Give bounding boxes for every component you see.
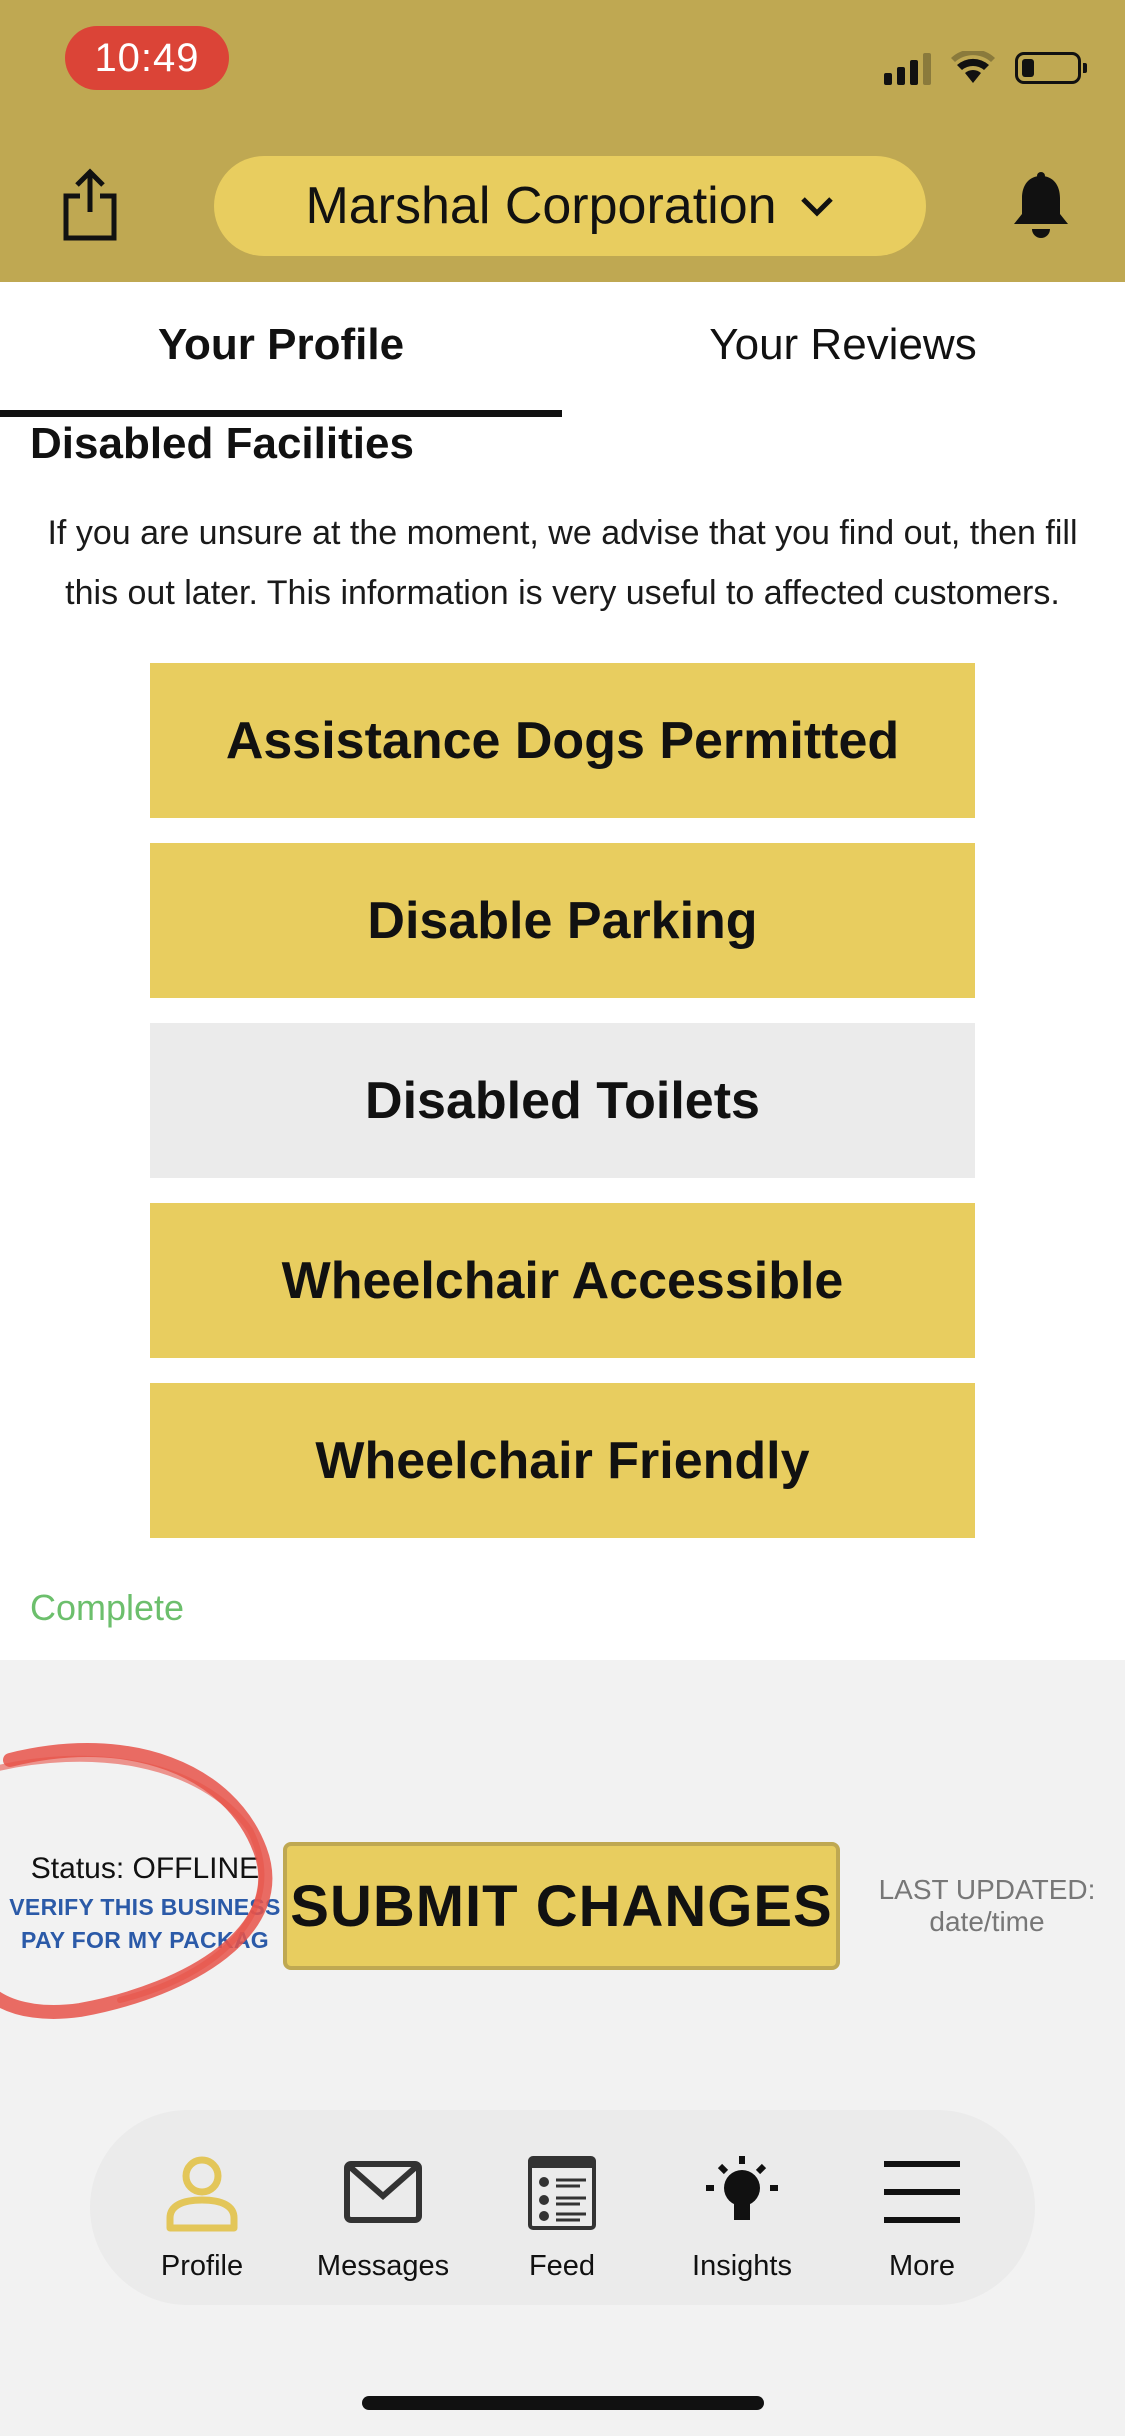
nav-label-profile: Profile xyxy=(160,2250,244,2282)
facility-wheelchair-friendly[interactable]: Wheelchair Friendly xyxy=(150,1383,975,1538)
section-description: If you are unsure at the moment, we advi… xyxy=(47,514,1078,612)
verify-business-link[interactable]: VERIFY THIS BUSINESS xyxy=(0,1894,290,1921)
notifications-button[interactable] xyxy=(1010,172,1072,240)
cellular-signal-icon xyxy=(884,51,931,85)
nav-item-feed[interactable]: Feed xyxy=(482,2110,642,2305)
profile-tabs: Your Profile Your Reviews xyxy=(0,282,1125,417)
nav-label-more: More xyxy=(888,2250,956,2282)
last-updated-value: date/time xyxy=(929,1906,1045,1937)
bell-icon xyxy=(1014,172,1068,238)
home-indicator xyxy=(362,2396,764,2410)
facility-assistance-dogs-permitted[interactable]: Assistance Dogs Permitted xyxy=(150,663,975,818)
facility-wheelchair-accessible[interactable]: Wheelchair Accessible xyxy=(150,1203,975,1358)
facility-disable-parking[interactable]: Disable Parking xyxy=(150,843,975,998)
bottom-navigation: Profile Messages Feed Insights More xyxy=(90,2110,1035,2305)
feed-icon xyxy=(528,2156,596,2230)
last-updated: LAST UPDATED: date/time xyxy=(862,1874,1112,1938)
nav-label-messages: Messages xyxy=(316,2250,450,2282)
status-time: 10:49 xyxy=(65,26,229,90)
company-selector[interactable]: Marshal Corporation xyxy=(214,156,926,256)
battery-icon xyxy=(1015,52,1087,84)
app-header: 10:49 Marshal Corporation xyxy=(0,0,1125,282)
facility-disabled-toilets[interactable]: Disabled Toilets xyxy=(150,1023,975,1178)
company-name: Marshal Corporation xyxy=(305,177,777,235)
nav-label-feed: Feed xyxy=(528,2250,596,2282)
nav-label-insights: Insights xyxy=(692,2250,792,2282)
chevron-down-icon xyxy=(800,197,833,217)
tab-your-profile[interactable]: Your Profile xyxy=(0,282,562,408)
pay-package-link[interactable]: PAY FOR MY PACKAG xyxy=(0,1927,290,1954)
profile-icon xyxy=(166,2156,238,2232)
business-status: Status: OFFLINE VERIFY THIS BUSINESS PAY… xyxy=(0,1852,290,1954)
nav-item-messages[interactable]: Messages xyxy=(303,2110,463,2305)
wifi-icon xyxy=(951,51,995,83)
menu-icon xyxy=(884,2161,960,2223)
status-icons xyxy=(884,46,1087,90)
status-text: Status: OFFLINE xyxy=(30,1852,260,1885)
nav-item-profile[interactable]: Profile xyxy=(122,2110,282,2305)
nav-item-more[interactable]: More xyxy=(842,2110,1002,2305)
nav-item-insights[interactable]: Insights xyxy=(662,2110,822,2305)
envelope-icon xyxy=(344,2161,422,2223)
disabled-facilities-section: Disabled Facilities If you are unsure at… xyxy=(0,417,1125,1660)
completion-status: Complete xyxy=(30,1587,185,1628)
share-icon xyxy=(63,168,117,241)
submit-changes-button[interactable]: SUBMIT CHANGES xyxy=(283,1842,840,1970)
section-title: Disabled Facilities xyxy=(30,419,414,468)
lightbulb-icon xyxy=(706,2156,778,2220)
last-updated-label: LAST UPDATED: xyxy=(878,1874,1096,1905)
tab-your-reviews[interactable]: Your Reviews xyxy=(562,282,1124,408)
active-tab-indicator xyxy=(0,410,562,417)
share-button[interactable] xyxy=(60,168,120,242)
